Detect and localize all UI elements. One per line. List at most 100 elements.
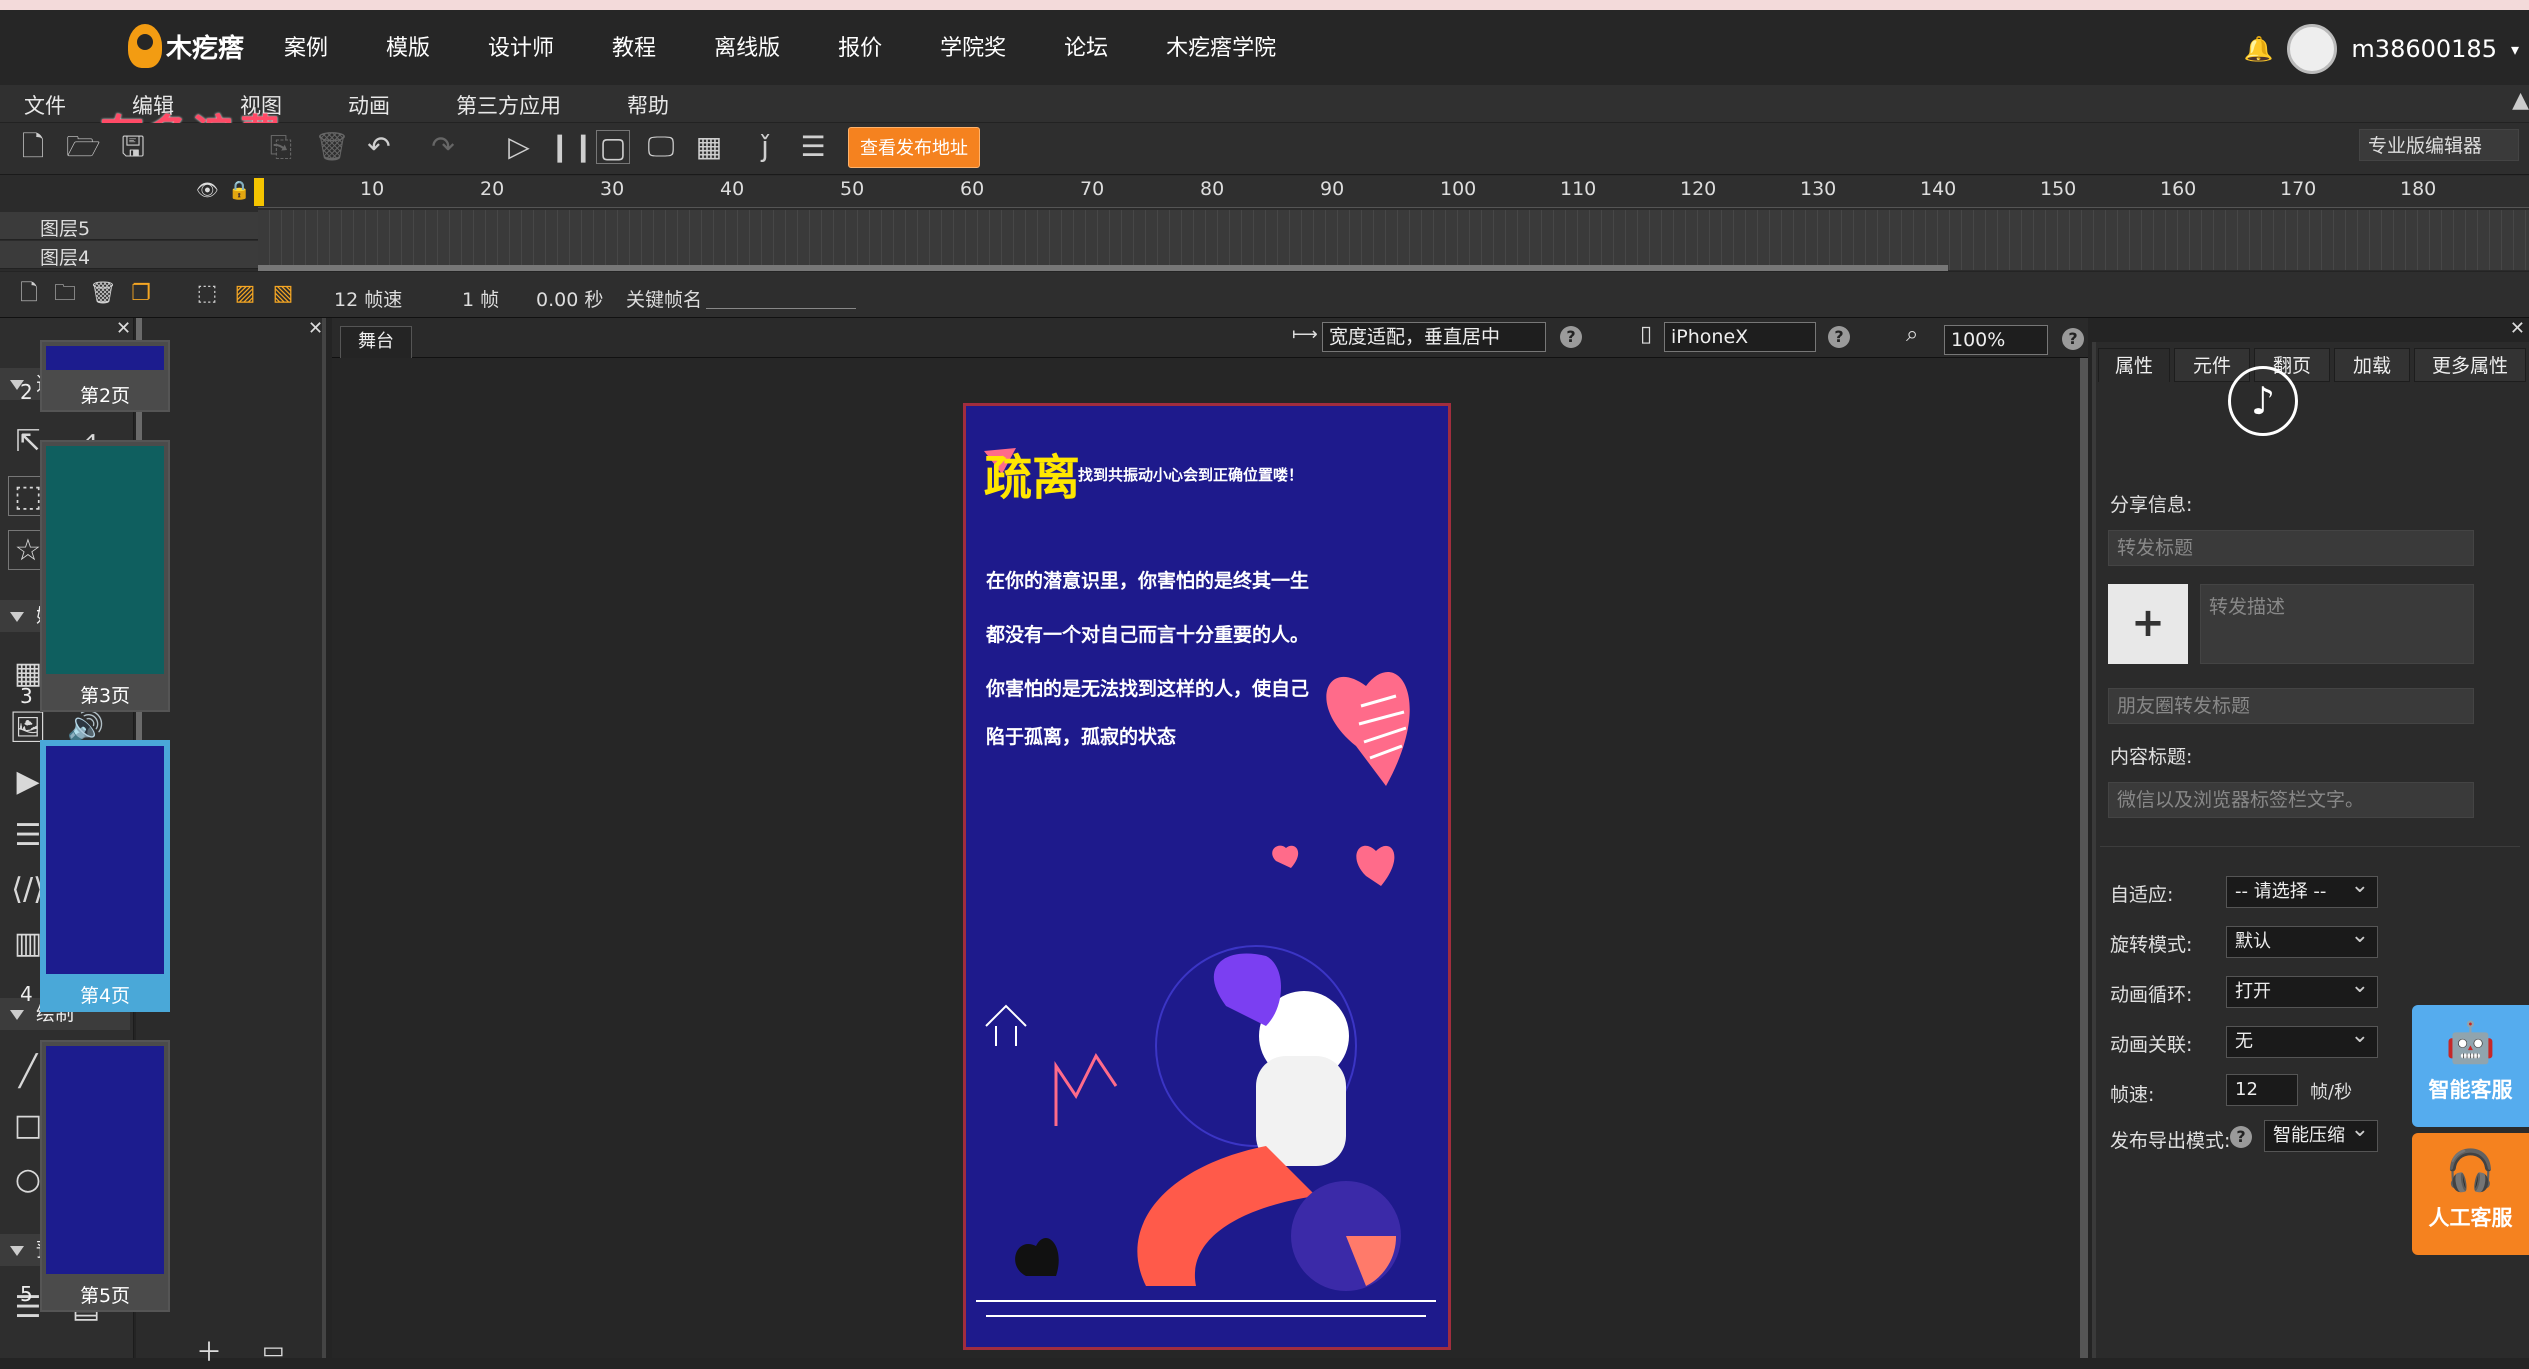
page-number: 3 — [20, 684, 33, 708]
nav-link-tutorials[interactable]: 教程 — [612, 30, 656, 62]
editor-mode-select[interactable]: 专业版编辑器 — [2359, 129, 2519, 161]
ruler-tick: 160 — [2160, 178, 2197, 200]
help-icon[interactable]: ? — [1560, 326, 1582, 348]
layers-icon[interactable]: ☰ — [796, 130, 830, 164]
open-folder-icon[interactable]: 🗁 — [66, 130, 101, 164]
add-page-icon[interactable]: ＋ — [196, 1332, 222, 1369]
undo-icon[interactable]: ↶ — [362, 130, 396, 164]
tab-more-properties[interactable]: 更多属性 — [2414, 348, 2526, 382]
page-thumb[interactable]: 第2页 — [40, 340, 170, 412]
page-number: 4 — [20, 982, 33, 1006]
pause-icon[interactable]: ❙❙ — [548, 130, 595, 164]
lock-icon[interactable]: 🔒 — [228, 180, 250, 201]
forward-desc-input[interactable]: 转发描述 — [2200, 584, 2474, 664]
adapt-select[interactable]: -- 请选择 -- — [2226, 871, 2378, 908]
phone-icon: ▯ — [1640, 322, 1653, 347]
moments-title-input[interactable]: 朋友圈转发标题 — [2108, 688, 2474, 724]
brand-logo[interactable]: 木疙瘩 — [128, 22, 244, 70]
menu-file[interactable]: 文件 — [24, 90, 66, 120]
copy-layer-icon[interactable]: ❐ — [124, 277, 158, 311]
device-select[interactable]: iPhoneX — [1664, 322, 1816, 352]
stage-frame-icon[interactable]: ▢ — [596, 130, 630, 164]
export-mode-select[interactable]: 智能压缩 — [2264, 1115, 2378, 1152]
nav-link-cases[interactable]: 案例 — [284, 30, 328, 62]
timeline-scrollbar[interactable] — [258, 265, 1948, 271]
menu-third-party[interactable]: 第三方应用 — [456, 90, 561, 120]
onion-skin-icon[interactable]: ▨ — [228, 277, 262, 311]
layer-row[interactable]: 图层5 — [0, 212, 258, 240]
rotate-select[interactable]: 默认 — [2226, 921, 2378, 958]
nav-link-forum[interactable]: 论坛 — [1064, 30, 1108, 62]
help-icon[interactable]: ? — [1828, 326, 1850, 348]
nav-link-offline[interactable]: 离线版 — [714, 30, 780, 62]
ai-service-button[interactable]: 🤖 智能客服 — [2412, 1005, 2529, 1127]
publish-address-button[interactable]: 查看发布地址 — [848, 127, 980, 168]
tab-loading[interactable]: 加载 — [2334, 348, 2410, 382]
delete-layer-icon[interactable]: 🗑 — [86, 277, 120, 311]
select-frames-icon[interactable]: ⬚ — [190, 277, 224, 311]
content-title-input[interactable]: 微信以及浏览器标签栏文字。 — [2108, 782, 2474, 818]
link-select[interactable]: 无 — [2226, 1021, 2378, 1058]
new-file-icon[interactable]: 🗋 — [16, 130, 50, 164]
zoom-select[interactable]: 100% — [1944, 325, 2048, 355]
fps-unit: 帧/秒 — [2310, 1082, 2353, 1103]
timeline-frames[interactable] — [258, 210, 2529, 270]
qrcode-icon[interactable]: ▦ — [692, 130, 726, 164]
page-thumb[interactable]: 第3页 — [40, 440, 170, 712]
page-thumb[interactable]: 第5页 — [40, 1040, 170, 1312]
menu-animation[interactable]: 动画 — [348, 90, 390, 120]
nav-link-designers[interactable]: 设计师 — [488, 30, 554, 62]
redo-icon[interactable]: ↷ — [426, 130, 460, 164]
ruler-tick: 60 — [960, 178, 985, 200]
onion-outline-icon[interactable]: ▧ — [266, 277, 300, 311]
loop-label: 动画循环: — [2110, 984, 2193, 1006]
delete-icon[interactable]: 🗑 — [314, 130, 350, 164]
page-label: 第4页 — [79, 985, 131, 1007]
loop-select[interactable]: 打开 — [2226, 971, 2378, 1008]
save-icon[interactable]: 🖫 — [116, 130, 150, 164]
tab-properties[interactable]: 属性 — [2098, 348, 2170, 382]
stage-bar — [332, 318, 2088, 358]
frame-status: 1 帧 — [462, 289, 500, 311]
preview-icon[interactable]: 🖵 — [644, 130, 678, 164]
close-icon[interactable]: ✕ — [308, 318, 323, 339]
user-box[interactable]: 🔔 m38600185 ▾ — [2244, 24, 2519, 74]
add-folder-icon[interactable]: 🗀 — [48, 277, 82, 311]
help-icon[interactable]: ? — [2230, 1126, 2252, 1148]
nav-link-templates[interactable]: 模版 — [386, 30, 430, 62]
stage-scrollbar[interactable] — [2080, 358, 2088, 1358]
nav-links: 案例 模版 设计师 教程 离线版 报价 学院奖 论坛 木疙瘩学院 — [284, 30, 1334, 62]
avatar[interactable] — [2287, 24, 2338, 74]
fps-input[interactable]: 12 — [2226, 1074, 2298, 1106]
keyframe-name-input[interactable] — [706, 308, 856, 309]
play-icon[interactable]: ▷ — [502, 130, 536, 164]
forward-title-input[interactable]: 转发标题 — [2108, 530, 2474, 566]
page-number: 2 — [20, 380, 33, 404]
nav-link-academy[interactable]: 木疙瘩学院 — [1166, 30, 1276, 62]
playhead[interactable] — [254, 178, 264, 206]
paste-icon[interactable]: ⎘ — [264, 130, 298, 164]
ruler-tick: 90 — [1320, 178, 1345, 200]
human-service-button[interactable]: 🎧 人工客服 — [2412, 1133, 2529, 1255]
nav-link-academy-award[interactable]: 学院奖 — [940, 30, 1006, 62]
close-icon[interactable]: ✕ — [2510, 318, 2525, 339]
stage-tab[interactable]: 舞台 — [340, 326, 412, 358]
ruler-tick: 150 — [2040, 178, 2077, 200]
fit-mode-select[interactable]: 宽度适配，垂直居中 — [1322, 322, 1546, 352]
nav-link-pricing[interactable]: 报价 — [838, 30, 882, 62]
close-icon[interactable]: ✕ — [116, 318, 131, 339]
upload-image-button[interactable]: + — [2108, 584, 2188, 664]
menu-help[interactable]: 帮助 — [627, 90, 669, 120]
eye-icon[interactable]: 👁 — [196, 180, 219, 201]
music-off-icon[interactable]: ♪ — [2228, 366, 2298, 436]
page-template-icon[interactable]: ▭ — [262, 1336, 285, 1364]
phone-canvas[interactable]: 疏离 找到共振动小心会到正确位置喽！ 在你的潜意识里，你害怕的是终其一生 都没有… — [963, 403, 1451, 1350]
collapse-icon[interactable]: ▲ — [2512, 88, 2529, 113]
bell-icon[interactable]: 🔔 — [2244, 35, 2274, 63]
layer-row[interactable]: 图层4 — [0, 241, 258, 269]
add-layer-icon[interactable]: 🗋 — [12, 277, 46, 311]
layer-name: 图层5 — [40, 218, 91, 240]
page-thumb[interactable]: 第4页 — [40, 740, 170, 1012]
js-icon[interactable]: ǰ — [748, 130, 782, 164]
help-icon[interactable]: ? — [2062, 328, 2084, 350]
